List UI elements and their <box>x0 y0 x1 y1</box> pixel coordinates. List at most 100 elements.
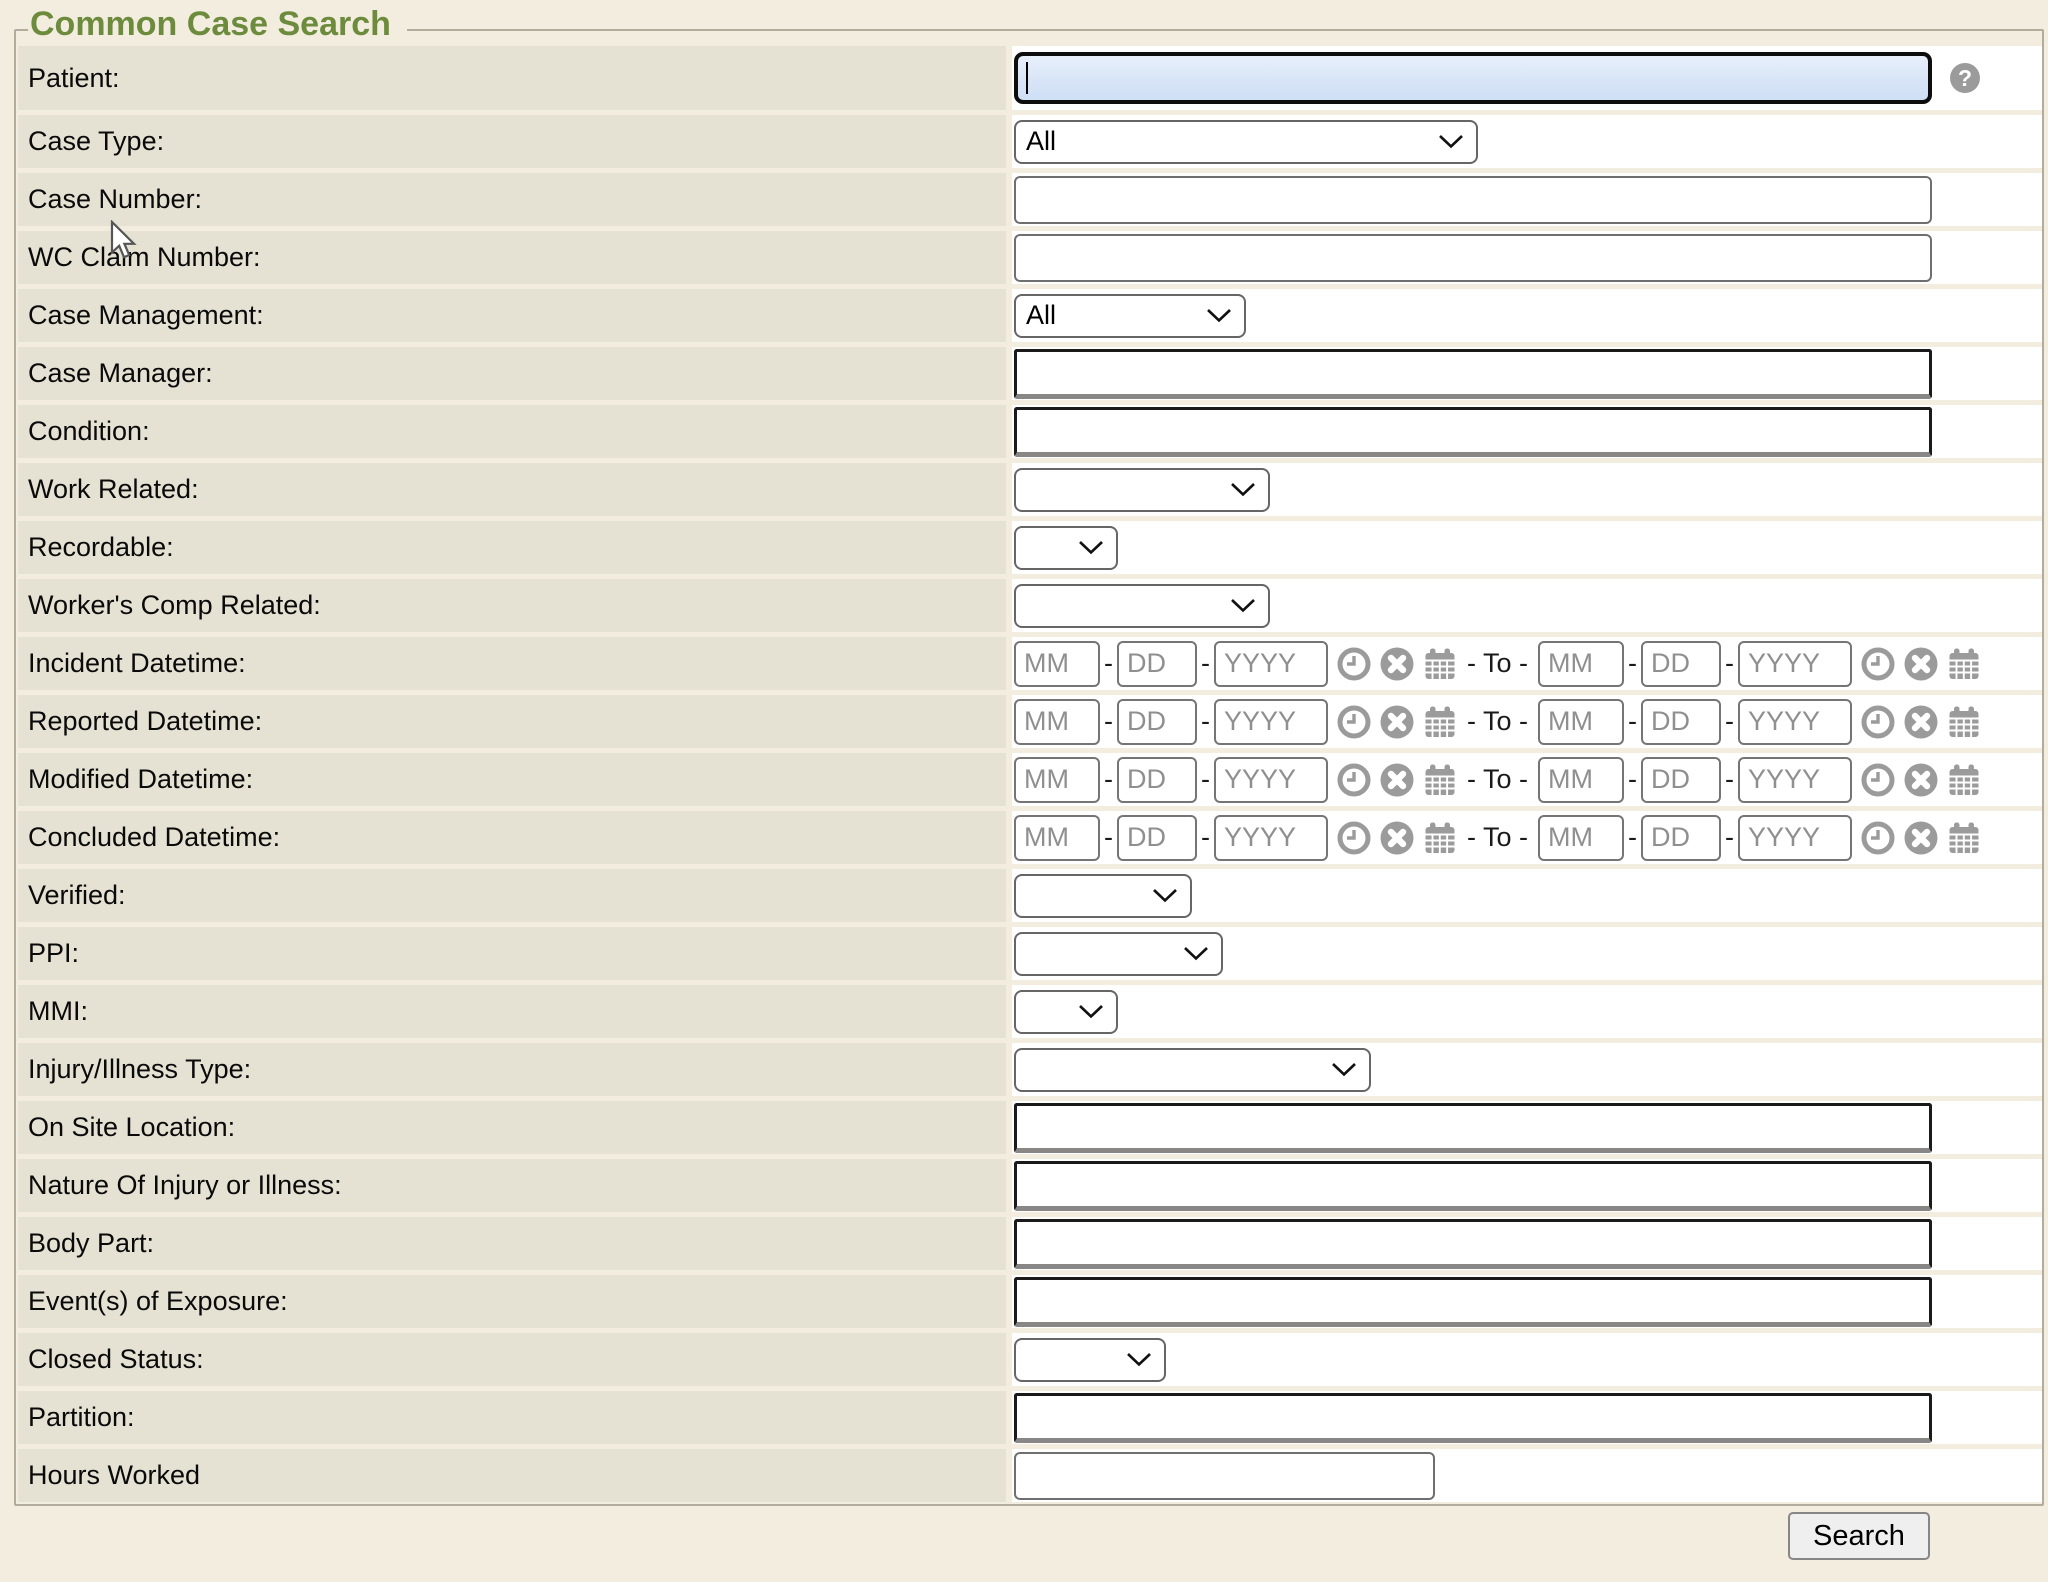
case-type-select[interactable]: All <box>1014 120 1478 164</box>
label-closed-status: Closed Status: <box>18 1333 1006 1386</box>
concluded-datetime-from-month-input[interactable]: MM <box>1014 815 1100 861</box>
closed-status-select[interactable] <box>1014 1338 1166 1382</box>
clear-icon[interactable] <box>1380 647 1414 681</box>
form-row-modified-datetime: Modified Datetime:MM-DD-YYYY- To -MM-DD-… <box>18 753 2042 806</box>
calendar-icon[interactable] <box>1947 763 1981 797</box>
clear-icon[interactable] <box>1380 821 1414 855</box>
date-separator: - <box>1628 822 1637 853</box>
label-reported-datetime: Reported Datetime: <box>18 695 1006 748</box>
date-separator: - <box>1104 764 1113 795</box>
incident-datetime-to-day-input[interactable]: DD <box>1641 641 1721 687</box>
clock-icon[interactable] <box>1337 705 1371 739</box>
field-concluded-datetime: MM-DD-YYYY- To -MM-DD-YYYY <box>1012 811 2042 864</box>
calendar-icon[interactable] <box>1423 705 1457 739</box>
modified-datetime-from-year-input[interactable]: YYYY <box>1214 757 1328 803</box>
modified-datetime-to-year-input[interactable]: YYYY <box>1738 757 1852 803</box>
calendar-icon[interactable] <box>1423 763 1457 797</box>
reported-datetime-to-day-input[interactable]: DD <box>1641 699 1721 745</box>
reported-datetime-to-month-input[interactable]: MM <box>1538 699 1624 745</box>
clear-icon[interactable] <box>1380 705 1414 739</box>
modified-datetime-from-day-input[interactable]: DD <box>1117 757 1197 803</box>
modified-datetime-to-day-input[interactable]: DD <box>1641 757 1721 803</box>
reported-datetime-from-year-input[interactable]: YYYY <box>1214 699 1328 745</box>
ppi-select[interactable] <box>1014 932 1223 976</box>
form-row-workers-comp-related: Worker's Comp Related: <box>18 579 2042 632</box>
field-reported-datetime: MM-DD-YYYY- To -MM-DD-YYYY <box>1012 695 2042 748</box>
label-events-of-exposure: Event(s) of Exposure: <box>18 1275 1006 1328</box>
incident-datetime-to-year-input[interactable]: YYYY <box>1738 641 1852 687</box>
clear-icon[interactable] <box>1904 647 1938 681</box>
case-manager-input[interactable] <box>1014 349 1932 399</box>
incident-datetime-from-day-input[interactable]: DD <box>1117 641 1197 687</box>
on-site-location-input[interactable] <box>1014 1103 1932 1153</box>
nature-of-injury-or-illness-input[interactable] <box>1014 1161 1932 1211</box>
partition-input[interactable] <box>1014 1393 1932 1443</box>
label-condition: Condition: <box>18 405 1006 458</box>
injury-illness-type-select[interactable] <box>1014 1048 1371 1092</box>
condition-input[interactable] <box>1014 407 1932 457</box>
clock-icon[interactable] <box>1861 647 1895 681</box>
calendar-icon[interactable] <box>1947 647 1981 681</box>
case-number-input[interactable] <box>1014 176 1932 224</box>
clear-icon[interactable] <box>1904 821 1938 855</box>
form-row-case-number: Case Number: <box>18 173 2042 226</box>
clock-icon[interactable] <box>1337 821 1371 855</box>
wc-claim-number-input[interactable] <box>1014 234 1932 282</box>
chevron-down-icon <box>1438 134 1464 149</box>
mmi-select[interactable] <box>1014 990 1118 1034</box>
clock-icon[interactable] <box>1337 763 1371 797</box>
field-case-manager <box>1012 347 2042 400</box>
form-row-concluded-datetime: Concluded Datetime:MM-DD-YYYY- To -MM-DD… <box>18 811 2042 864</box>
reported-datetime-from-month-input[interactable]: MM <box>1014 699 1100 745</box>
field-condition <box>1012 405 2042 458</box>
search-row: Search <box>1788 1512 1930 1560</box>
incident-datetime-to-month-input[interactable]: MM <box>1538 641 1624 687</box>
calendar-icon[interactable] <box>1423 647 1457 681</box>
field-case-management: All <box>1012 289 2042 342</box>
chevron-down-icon <box>1230 482 1256 497</box>
date-separator: - <box>1725 648 1734 679</box>
events-of-exposure-input[interactable] <box>1014 1277 1932 1327</box>
calendar-icon[interactable] <box>1947 705 1981 739</box>
search-button[interactable]: Search <box>1788 1512 1930 1560</box>
clock-icon[interactable] <box>1861 705 1895 739</box>
workers-comp-related-select[interactable] <box>1014 584 1270 628</box>
calendar-icon[interactable] <box>1423 821 1457 855</box>
date-separator: - <box>1201 648 1210 679</box>
case-management-selected-value: All <box>1026 300 1056 331</box>
clock-icon[interactable] <box>1861 763 1895 797</box>
clear-icon[interactable] <box>1904 705 1938 739</box>
incident-datetime-from-month-input[interactable]: MM <box>1014 641 1100 687</box>
concluded-datetime-from-year-input[interactable]: YYYY <box>1214 815 1328 861</box>
label-verified: Verified: <box>18 869 1006 922</box>
calendar-icon[interactable] <box>1947 821 1981 855</box>
concluded-datetime-to-day-input[interactable]: DD <box>1641 815 1721 861</box>
help-icon[interactable]: ? <box>1950 63 1980 93</box>
clear-icon[interactable] <box>1380 763 1414 797</box>
hours-worked-input[interactable] <box>1014 1452 1435 1500</box>
label-case-type: Case Type: <box>18 115 1006 168</box>
verified-select[interactable] <box>1014 874 1192 918</box>
body-part-input[interactable] <box>1014 1219 1932 1269</box>
patient-input[interactable] <box>1014 52 1932 104</box>
clock-icon[interactable] <box>1337 647 1371 681</box>
recordable-select[interactable] <box>1014 526 1118 570</box>
reported-datetime-from-day-input[interactable]: DD <box>1117 699 1197 745</box>
field-partition <box>1012 1391 2042 1444</box>
concluded-datetime-from-day-input[interactable]: DD <box>1117 815 1197 861</box>
modified-datetime-to-month-input[interactable]: MM <box>1538 757 1624 803</box>
date-range-to-label: - To - <box>1467 764 1528 795</box>
clock-icon[interactable] <box>1861 821 1895 855</box>
work-related-select[interactable] <box>1014 468 1270 512</box>
label-case-management: Case Management: <box>18 289 1006 342</box>
field-closed-status <box>1012 1333 2042 1386</box>
incident-datetime-from-year-input[interactable]: YYYY <box>1214 641 1328 687</box>
concluded-datetime-to-month-input[interactable]: MM <box>1538 815 1624 861</box>
field-nature-of-injury-or-illness <box>1012 1159 2042 1212</box>
concluded-datetime-to-year-input[interactable]: YYYY <box>1738 815 1852 861</box>
modified-datetime-from-month-input[interactable]: MM <box>1014 757 1100 803</box>
reported-datetime-to-year-input[interactable]: YYYY <box>1738 699 1852 745</box>
clear-icon[interactable] <box>1904 763 1938 797</box>
case-management-select[interactable]: All <box>1014 294 1246 338</box>
text-caret <box>1026 62 1028 94</box>
